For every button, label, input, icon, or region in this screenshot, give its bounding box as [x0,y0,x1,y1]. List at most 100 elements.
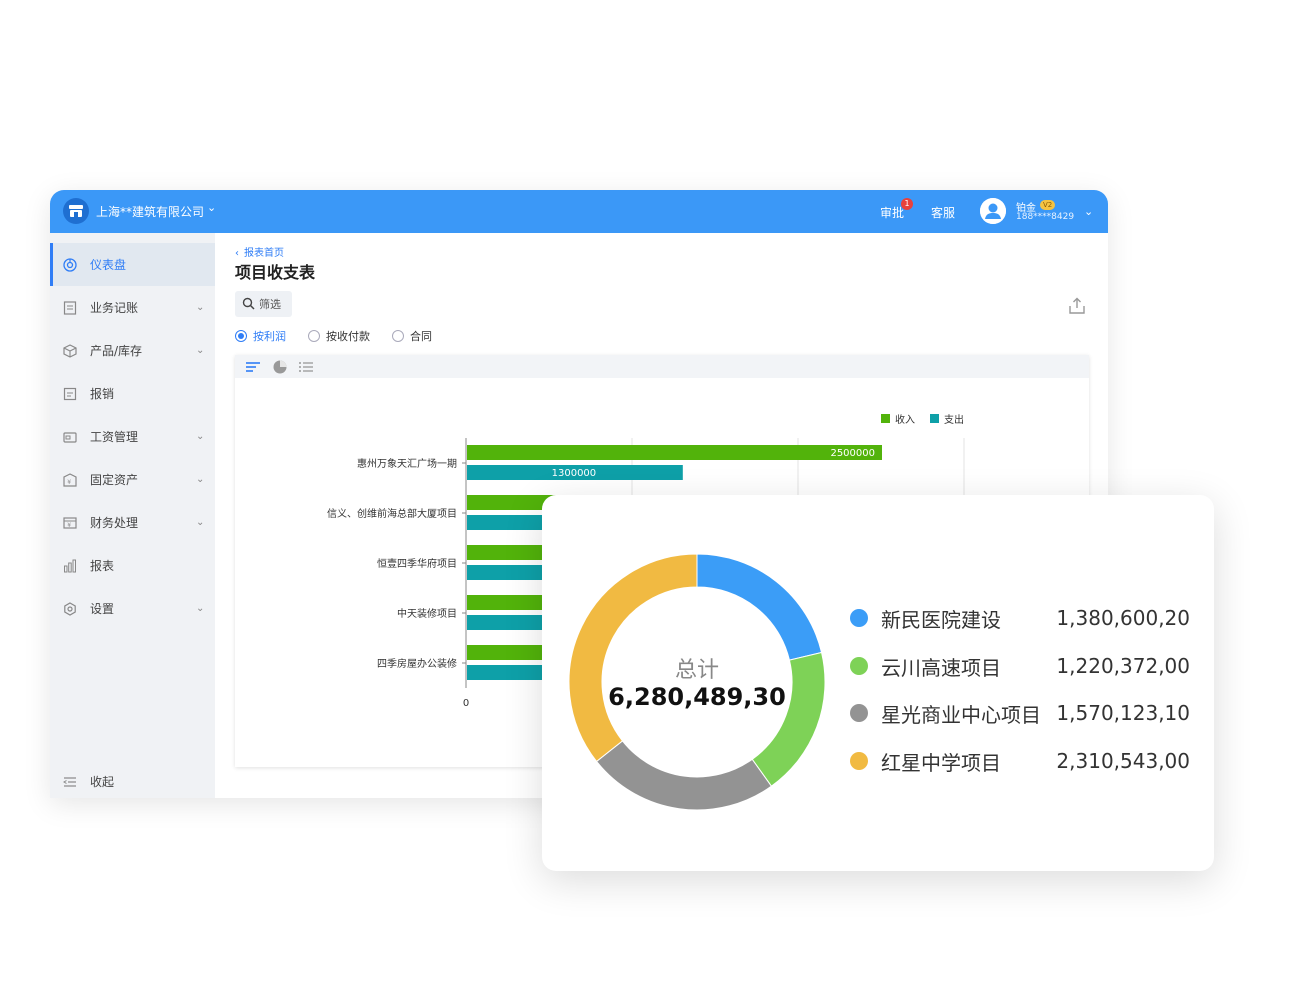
project-total-donut-chart: 总计6,280,489,30 [568,553,826,811]
legend-name: 新民医院建设 [881,607,1001,632]
legend-label: 收入 [895,413,915,426]
sidebar-collapse-label: 收起 [90,775,115,789]
legend-value: 2,310,543,00 [1056,749,1190,773]
legend-dot [850,704,868,722]
bar-income [467,445,882,460]
x-tick-label: 0 [463,698,469,709]
store-icon[interactable] [63,198,89,224]
asset-icon: ¥ [63,472,77,487]
avatar[interactable] [980,198,1006,224]
legend-dot [850,609,868,627]
sidebar-item-label: 工资管理 [90,430,139,444]
approve-link[interactable]: 审批 [880,204,904,221]
sidebar-item-label: 设置 [90,602,115,616]
sidebar-item-label: 报表 [90,559,115,573]
legend-item: 新民医院建设 1,380,600,20 [850,603,1190,633]
donut-center-label: 总计 [675,658,719,683]
legend-dot [850,657,868,675]
legend-name: 云川高速项目 [881,655,1001,680]
chevron-down-icon: ⌄ [196,517,205,528]
company-switcher[interactable]: 上海**建筑有限公司 [96,203,204,220]
donut-center-value: 6,280,489,30 [608,683,786,711]
export-icon[interactable] [1067,296,1087,316]
category-label: 中天装修项目 [397,607,457,620]
radio-dot[interactable] [392,330,404,342]
legend-name: 星光商业中心项目 [881,702,1041,727]
filter-button-label: 筛选 [259,298,281,311]
pie-view-icon[interactable] [272,359,288,375]
sidebar-item-label: 产品/库存 [90,344,143,358]
legend-item: 星光商业中心项目 1,570,123,10 [850,698,1190,728]
receipt-icon [63,387,77,401]
legend-item: 红星中学项目 2,310,543,00 [850,746,1190,776]
category-label: 惠州万象天汇广场一期 [357,457,457,470]
sidebar-item-label: 报销 [90,387,115,401]
donut-slice [751,651,826,787]
radio-label: 按收付款 [326,330,370,343]
legend-value: 1,380,600,20 [1056,606,1190,630]
sidebar-item-settings[interactable]: 设置 ⌄ [50,587,215,630]
sidebar-item-finance[interactable]: ¥ 财务处理 ⌄ [50,501,215,544]
bar-view-icon[interactable] [245,359,261,375]
finance-icon: ¥ [63,516,77,530]
sidebar-item-reports[interactable]: 报表 [50,544,215,587]
ledger-icon [63,300,77,315]
radio-by-payment[interactable]: 按收付款 [308,329,370,343]
dashboard-icon [63,257,77,272]
user-phone: 188****8429 [1016,212,1075,222]
sidebar-item-fixed-assets[interactable]: ¥ 固定资产 ⌄ [50,458,215,501]
chevron-down-icon: ⌄ [196,431,205,442]
chevron-down-icon[interactable]: ⌄ [207,201,216,214]
radio-dot[interactable] [308,330,320,342]
breadcrumb[interactable]: ‹ 报表首页 [235,244,284,259]
radio-label: 合同 [410,330,432,343]
legend-label: 支出 [944,413,964,426]
sidebar-item-dashboard[interactable]: 仪表盘 [50,243,215,286]
chart-toolbar [235,355,1089,378]
legend-name: 红星中学项目 [881,750,1001,775]
bar-data-label: 1300000 [552,468,597,479]
notification-badge: 1 [901,198,913,210]
legend-dot [850,752,868,770]
summary-donut-card: 总计 6,280,489,30 新民医院建设 1,380,600,20 云川高速项目 1… [542,495,1214,871]
sidebar-item-payroll[interactable]: 工资管理 ⌄ [50,415,215,458]
sidebar-item-bookkeeping[interactable]: 业务记账 ⌄ [50,286,215,329]
sidebar: 仪表盘 业务记账 ⌄ 产品/库存 ⌄ 报销 工资管理 ⌄ ¥ 固定资产 ⌄ ¥ … [50,233,215,798]
sidebar-collapse[interactable]: 收起 [50,760,215,798]
legend-item: 云川高速项目 1,220,372,00 [850,651,1190,681]
sidebar-item-inventory[interactable]: 产品/库存 ⌄ [50,329,215,372]
chevron-down-icon[interactable]: ⌄ [1084,205,1093,218]
gear-icon [63,601,77,616]
radio-dot[interactable] [235,330,247,342]
radio-by-contract[interactable]: 合同 [392,329,432,343]
box-icon [63,343,77,358]
bar-chart-icon [63,559,77,573]
vip-badge: V2 [1040,200,1056,210]
svg-text:¥: ¥ [67,479,71,486]
wallet-icon [63,430,77,444]
page-title: 项目收支表 [235,263,316,282]
sidebar-item-label: 财务处理 [90,516,139,530]
chevron-down-icon: ⌄ [196,302,205,313]
chevron-down-icon: ⌄ [196,603,205,614]
donut-slice [595,740,773,811]
svg-text:¥: ¥ [67,522,71,529]
legend-value: 1,220,372,00 [1056,654,1190,678]
radio-label: 按利润 [253,330,286,343]
legend-swatch [881,414,890,423]
breadcrumb-link[interactable]: 报表首页 [244,248,284,259]
sidebar-item-reimbursement[interactable]: 报销 [50,372,215,415]
chevron-left-icon: ‹ [235,248,239,259]
filter-button[interactable]: 筛选 [235,291,292,317]
sidebar-item-label: 固定资产 [90,473,139,487]
list-view-icon[interactable] [298,359,314,375]
sidebar-item-label: 业务记账 [90,301,139,315]
legend-value: 1,570,123,10 [1056,701,1190,725]
radio-by-profit[interactable]: 按利润 [235,329,286,343]
customer-service-link[interactable]: 客服 [931,204,955,221]
legend-swatch [930,414,939,423]
donut-slice [696,553,823,661]
bar-data-label: 2500000 [830,448,875,459]
top-bar: 上海**建筑有限公司 ⌄ 审批 1 客服 铂金 V2 188****8429 ⌄ [50,190,1108,233]
category-label: 恒壹四季华府项目 [377,557,457,570]
